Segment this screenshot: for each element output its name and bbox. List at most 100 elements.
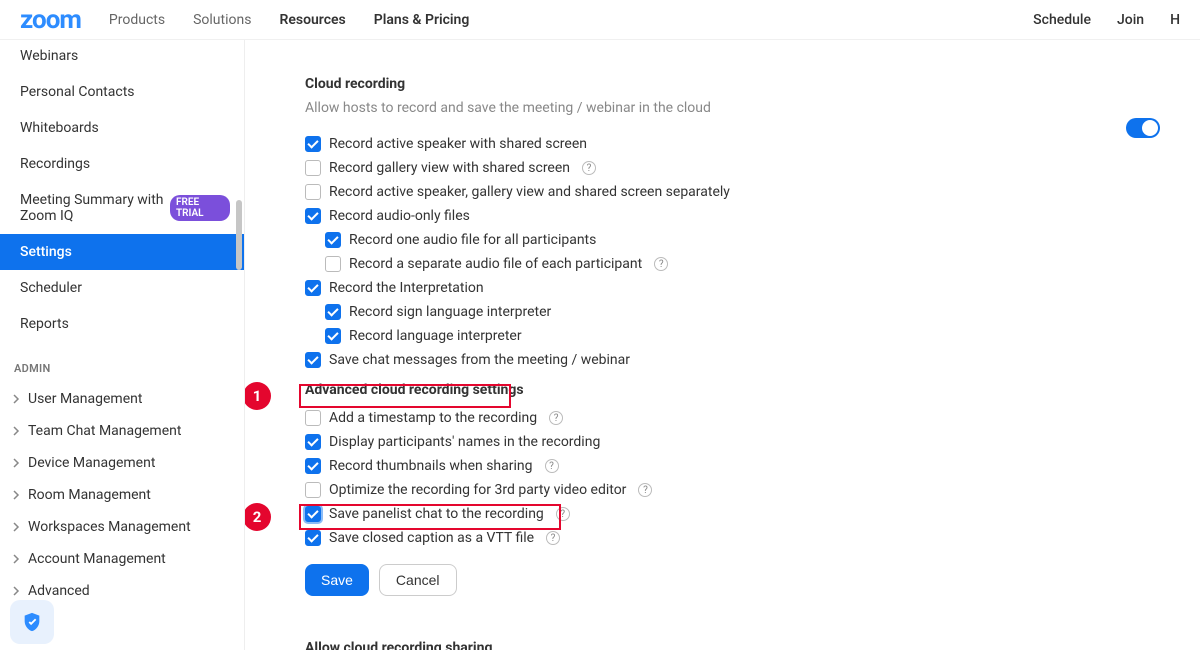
admin-user-management[interactable]: User Management [0, 383, 244, 415]
help-icon[interactable]: ? [545, 459, 559, 473]
checkbox[interactable] [305, 434, 321, 450]
help-icon[interactable]: ? [638, 483, 652, 497]
help-icon[interactable]: ? [582, 161, 596, 175]
option-row: Record a separate audio file of each par… [305, 252, 1160, 276]
action-buttons: Save Cancel [305, 564, 1160, 596]
admin-item-label: Team Chat Management [28, 423, 181, 439]
sidebar-item-meeting-summary[interactable]: Meeting Summary with Zoom IQ FREE TRIAL [0, 182, 244, 234]
checkbox[interactable] [305, 506, 321, 522]
join-link[interactable]: Join [1117, 12, 1144, 28]
checkbox[interactable] [305, 136, 321, 152]
option-row: Optimize the recording for 3rd party vid… [305, 478, 1160, 502]
chevron-right-icon [10, 489, 22, 501]
checkbox[interactable] [305, 208, 321, 224]
sidebar-item-recordings[interactable]: Recordings [0, 146, 244, 182]
sidebar-item-label: Settings [20, 244, 72, 260]
sidebar-item-label: Personal Contacts [20, 84, 135, 100]
help-icon[interactable]: ? [556, 507, 570, 521]
callout-number-1: 1 [245, 382, 271, 410]
admin-item-label: Workspaces Management [28, 519, 191, 535]
help-icon[interactable]: ? [654, 257, 668, 271]
option-label: Record language interpreter [349, 328, 522, 344]
checkbox[interactable] [325, 256, 341, 272]
checkbox[interactable] [305, 352, 321, 368]
checkbox[interactable] [305, 530, 321, 546]
option-row: Record active speaker with shared screen [305, 132, 1160, 156]
option-label: Record the Interpretation [329, 280, 484, 296]
zoom-logo: zoom [20, 5, 81, 35]
admin-team-chat-management[interactable]: Team Chat Management [0, 415, 244, 447]
top-header: zoom Products Solutions Resources Plans … [0, 0, 1200, 40]
checkbox[interactable] [325, 304, 341, 320]
sidebar-item-label: Scheduler [20, 280, 82, 296]
schedule-link[interactable]: Schedule [1033, 12, 1091, 28]
sidebar-item-webinars[interactable]: Webinars [0, 48, 244, 74]
sidebar-scrollbar[interactable] [236, 60, 245, 630]
sidebar-item-label: Meeting Summary with Zoom IQ [20, 192, 170, 224]
option-row: Record one audio file for all participan… [305, 228, 1160, 252]
admin-room-management[interactable]: Room Management [0, 479, 244, 511]
recording-options: Record active speaker with shared screen… [305, 132, 1160, 372]
chevron-right-icon [10, 585, 22, 597]
option-label: Record gallery view with shared screen [329, 160, 570, 176]
option-label: Add a timestamp to the recording [329, 410, 537, 426]
chevron-right-icon [10, 393, 22, 405]
nav-plans-pricing[interactable]: Plans & Pricing [374, 12, 470, 28]
help-icon[interactable]: ? [546, 531, 560, 545]
option-label: Record thumbnails when sharing [329, 458, 533, 474]
option-label: Record active speaker with shared screen [329, 136, 587, 152]
option-row: Display participants' names in the recor… [305, 430, 1160, 454]
option-row: Save closed caption as a VTT file? [305, 526, 1160, 550]
sidebar-item-label: Whiteboards [20, 120, 99, 136]
option-label: Record one audio file for all participan… [349, 232, 596, 248]
chevron-right-icon [10, 521, 22, 533]
callout-number-2: 2 [245, 503, 271, 531]
host-link[interactable]: H [1170, 12, 1180, 28]
sidebar-item-scheduler[interactable]: Scheduler [0, 270, 244, 306]
checkbox[interactable] [305, 482, 321, 498]
option-label: Display participants' names in the recor… [329, 434, 600, 450]
header-right: Schedule Join H [1033, 12, 1180, 28]
admin-device-management[interactable]: Device Management [0, 447, 244, 479]
option-label: Save panelist chat to the recording [329, 506, 544, 522]
save-button[interactable]: Save [305, 564, 369, 596]
admin-item-label: Device Management [28, 455, 155, 471]
sidebar-item-label: Webinars [20, 48, 78, 64]
free-trial-badge: FREE TRIAL [170, 195, 230, 221]
checkbox[interactable] [305, 410, 321, 426]
option-label: Record sign language interpreter [349, 304, 551, 320]
nav-products[interactable]: Products [109, 12, 165, 28]
checkbox[interactable] [305, 160, 321, 176]
sidebar-item-label: Reports [20, 316, 69, 332]
nav-solutions[interactable]: Solutions [193, 12, 251, 28]
option-row: Save chat messages from the meeting / we… [305, 348, 1160, 372]
checkbox[interactable] [305, 184, 321, 200]
cloud-recording-toggle[interactable] [1126, 118, 1160, 138]
help-icon[interactable]: ? [549, 411, 563, 425]
option-row: Save panelist chat to the recording? [305, 502, 1160, 526]
sidebar-item-label: Recordings [20, 156, 90, 172]
chevron-right-icon [10, 425, 22, 437]
option-row: Record active speaker, gallery view and … [305, 180, 1160, 204]
cancel-button[interactable]: Cancel [379, 564, 457, 596]
option-label: Save chat messages from the meeting / we… [329, 352, 630, 368]
shield-icon[interactable] [10, 600, 54, 644]
option-label: Record active speaker, gallery view and … [329, 184, 730, 200]
option-row: Record language interpreter [305, 324, 1160, 348]
checkbox[interactable] [325, 328, 341, 344]
option-row: Record audio-only files [305, 204, 1160, 228]
admin-workspaces-management[interactable]: Workspaces Management [0, 511, 244, 543]
option-label: Record a separate audio file of each par… [349, 256, 642, 272]
sidebar-item-reports[interactable]: Reports [0, 306, 244, 342]
sidebar-item-personal-contacts[interactable]: Personal Contacts [0, 74, 244, 110]
checkbox[interactable] [325, 232, 341, 248]
checkbox[interactable] [305, 458, 321, 474]
cloud-recording-title: Cloud recording [305, 76, 1160, 92]
cloud-recording-sharing-title: Allow cloud recording sharing [305, 640, 1160, 650]
checkbox[interactable] [305, 280, 321, 296]
advanced-options: Add a timestamp to the recording? Display… [305, 406, 1160, 550]
sidebar-item-settings[interactable]: Settings [0, 234, 244, 270]
sidebar-item-whiteboards[interactable]: Whiteboards [0, 110, 244, 146]
admin-account-management[interactable]: Account Management [0, 543, 244, 575]
nav-resources[interactable]: Resources [279, 12, 345, 28]
